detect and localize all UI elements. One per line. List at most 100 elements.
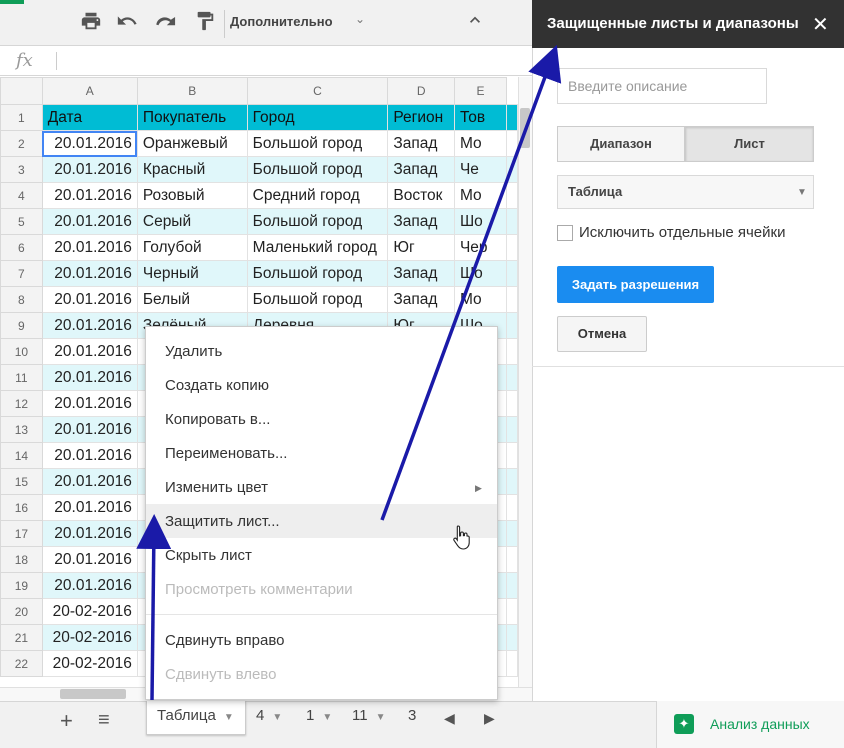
tab-menu-arrow-icon[interactable]: ▼ <box>376 712 386 723</box>
table-cell[interactable]: Мо <box>453 182 508 209</box>
all-sheets-icon[interactable]: ≡ <box>98 709 110 732</box>
table-cell[interactable]: 20.01.2016 <box>41 286 138 313</box>
table-cell[interactable]: 20.01.2016 <box>41 572 138 599</box>
table-cell[interactable] <box>506 234 518 261</box>
description-input[interactable] <box>557 68 767 104</box>
table-cell[interactable] <box>506 520 518 547</box>
table-cell[interactable]: Юг <box>387 234 455 261</box>
table-cell[interactable]: Мо <box>453 286 508 313</box>
table-cell[interactable] <box>506 156 518 183</box>
table-cell[interactable]: Запад <box>387 286 455 313</box>
table-cell[interactable]: Красный <box>136 156 248 183</box>
header-cell[interactable]: Регион <box>387 104 455 131</box>
row-number[interactable]: 1 <box>0 104 43 131</box>
menu-item[interactable]: Сдвинуть вправо <box>165 632 285 649</box>
table-cell[interactable]: Большой город <box>246 286 389 313</box>
table-cell[interactable] <box>506 260 518 287</box>
header-cell[interactable]: Тов <box>453 104 508 131</box>
vertical-scrollbar[interactable] <box>518 77 532 687</box>
table-cell[interactable]: Черный <box>136 260 248 287</box>
row-number[interactable]: 22 <box>0 650 43 677</box>
table-cell[interactable] <box>506 286 518 313</box>
row-number[interactable]: 14 <box>0 442 43 469</box>
table-cell[interactable] <box>506 364 518 391</box>
row-number[interactable]: 18 <box>0 546 43 573</box>
column-header[interactable]: C <box>246 77 389 105</box>
cancel-button[interactable]: Отмена <box>557 316 647 352</box>
select-all-corner[interactable] <box>0 77 43 105</box>
row-number[interactable]: 17 <box>0 520 43 547</box>
table-cell[interactable] <box>506 598 518 625</box>
tab-menu-arrow-icon[interactable]: ▼ <box>224 712 234 723</box>
table-cell[interactable] <box>506 182 518 209</box>
menu-item[interactable]: Защитить лист... <box>165 513 280 530</box>
redo-icon[interactable] <box>152 10 178 36</box>
menu-item[interactable]: Создать копию <box>165 377 269 394</box>
sheet-tab[interactable]: 11 ▼ <box>342 701 398 735</box>
column-header[interactable]: B <box>136 77 248 105</box>
table-cell[interactable]: Мо <box>453 130 508 157</box>
row-number[interactable]: 3 <box>0 156 43 183</box>
row-number[interactable]: 2 <box>0 130 43 157</box>
header-cell[interactable]: Дата <box>41 104 138 131</box>
table-cell[interactable]: Серый <box>136 208 248 235</box>
header-cell[interactable]: Город <box>246 104 389 131</box>
table-cell[interactable]: Голубой <box>136 234 248 261</box>
table-cell[interactable]: 20.01.2016 <box>41 156 138 183</box>
row-number[interactable]: 13 <box>0 416 43 443</box>
menu-item[interactable]: Копировать в... <box>165 411 270 428</box>
scroll-tabs-right-icon[interactable]: ▶ <box>484 710 495 727</box>
menu-item[interactable]: Скрыть лист <box>165 547 252 564</box>
table-cell[interactable]: 20.01.2016 <box>41 390 138 417</box>
table-cell[interactable]: Большой город <box>246 260 389 287</box>
table-cell[interactable]: 20.01.2016 <box>41 494 138 521</box>
collapse-icon[interactable] <box>465 10 485 35</box>
table-cell[interactable] <box>506 104 518 131</box>
table-cell[interactable] <box>506 208 518 235</box>
row-number[interactable]: 11 <box>0 364 43 391</box>
tab-sheet[interactable]: Лист <box>685 126 814 162</box>
column-header[interactable]: A <box>41 77 138 105</box>
table-cell[interactable]: 20.01.2016 <box>41 546 138 573</box>
table-cell[interactable]: Запад <box>387 208 455 235</box>
table-cell[interactable] <box>506 572 518 599</box>
row-number[interactable]: 10 <box>0 338 43 365</box>
row-number[interactable]: 12 <box>0 390 43 417</box>
table-cell[interactable]: Большой город <box>246 130 389 157</box>
horizontal-scroll-thumb[interactable] <box>60 689 126 699</box>
exclude-cells-checkbox[interactable] <box>557 225 573 241</box>
column-header[interactable]: E <box>453 77 508 105</box>
table-cell[interactable]: 20.01.2016 <box>41 182 138 209</box>
table-cell[interactable] <box>506 416 518 443</box>
set-permissions-button[interactable]: Задать разрешения <box>557 266 714 303</box>
sheet-tab[interactable]: 1 ▼ <box>296 701 342 735</box>
sheet-tab[interactable]: 4 ▼ <box>246 701 296 735</box>
menu-item[interactable]: Удалить <box>165 343 222 360</box>
table-cell[interactable] <box>506 442 518 469</box>
sheet-select[interactable]: Таблица <box>557 175 814 209</box>
table-cell[interactable]: Восток <box>387 182 455 209</box>
paint-format-icon[interactable] <box>192 10 218 36</box>
row-number[interactable]: 21 <box>0 624 43 651</box>
more-menu-button[interactable]: Дополнительно <box>230 14 333 29</box>
table-cell[interactable]: Белый <box>136 286 248 313</box>
table-cell[interactable]: 20.01.2016 <box>41 364 138 391</box>
table-cell[interactable]: 20.01.2016 <box>41 312 138 339</box>
table-cell[interactable]: Оранжевый <box>136 130 248 157</box>
table-cell[interactable]: 20.01.2016 <box>41 468 138 495</box>
table-cell[interactable]: Че <box>453 156 508 183</box>
table-cell[interactable]: Розовый <box>136 182 248 209</box>
table-cell[interactable]: Большой город <box>246 208 389 235</box>
row-number[interactable]: 6 <box>0 234 43 261</box>
table-cell[interactable]: 20.01.2016 <box>41 416 138 443</box>
table-cell[interactable] <box>506 390 518 417</box>
table-cell[interactable] <box>506 650 518 677</box>
table-cell[interactable]: 20-02-2016 <box>41 598 138 625</box>
row-number[interactable]: 20 <box>0 598 43 625</box>
table-cell[interactable] <box>506 130 518 157</box>
table-cell[interactable]: Запад <box>387 156 455 183</box>
row-number[interactable]: 19 <box>0 572 43 599</box>
sheet-tab-active[interactable]: Таблица ▼ <box>146 701 246 735</box>
formula-bar[interactable] <box>0 46 532 76</box>
scroll-tabs-left-icon[interactable]: ◀ <box>444 710 455 727</box>
